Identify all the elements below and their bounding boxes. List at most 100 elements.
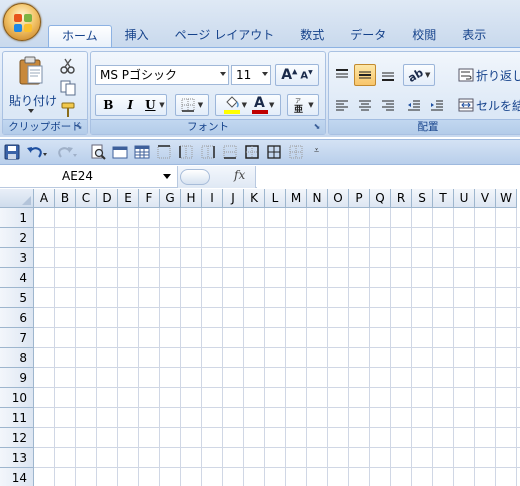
column-header-V[interactable]: V <box>475 189 496 208</box>
formula-input[interactable] <box>257 166 520 188</box>
row-header-8[interactable]: 8 <box>0 348 34 368</box>
italic-button[interactable]: I <box>119 98 141 112</box>
row-header-10[interactable]: 10 <box>0 388 34 408</box>
column-header-G[interactable]: G <box>160 189 181 208</box>
font-color-dropdown-icon[interactable]: ▼ <box>269 101 274 109</box>
row-header-12[interactable]: 12 <box>0 428 34 448</box>
save-button[interactable] <box>4 144 20 160</box>
row-header-5[interactable]: 5 <box>0 288 34 308</box>
column-header-D[interactable]: D <box>97 189 118 208</box>
column-header-W[interactable]: W <box>496 189 517 208</box>
undo-button[interactable] <box>26 144 48 160</box>
row-header-9[interactable]: 9 <box>0 368 34 388</box>
bold-button[interactable]: B <box>97 98 119 112</box>
column-header-F[interactable]: F <box>139 189 160 208</box>
font-size-combo[interactable]: 11 <box>231 65 271 85</box>
tab-2[interactable]: ページ レイアウト <box>162 25 288 47</box>
qat-border-all-button[interactable] <box>266 144 282 160</box>
row-header-1[interactable]: 1 <box>0 208 34 228</box>
shrink-font-button[interactable]: A▼ <box>300 69 312 81</box>
font-color-button[interactable]: A <box>251 95 269 114</box>
tab-3[interactable]: 数式 <box>287 25 337 47</box>
row-header-3[interactable]: 3 <box>0 248 34 268</box>
align-bottom-button[interactable] <box>377 64 399 86</box>
qat-customize-button[interactable]: ⩡ <box>312 144 324 160</box>
qat-table-button[interactable] <box>134 144 150 160</box>
column-header-N[interactable]: N <box>307 189 328 208</box>
align-right-button[interactable] <box>377 94 399 116</box>
column-header-R[interactable]: R <box>391 189 412 208</box>
orientation-button[interactable]: ab ▼ <box>403 64 435 86</box>
formula-bar-splitter[interactable] <box>180 169 210 185</box>
paste-button[interactable]: 貼り付け <box>9 56 57 118</box>
name-box[interactable]: AE24 <box>0 166 178 188</box>
copy-button[interactable] <box>59 79 77 97</box>
align-middle-button[interactable] <box>354 64 376 86</box>
align-left-button[interactable] <box>331 94 353 116</box>
tab-1[interactable]: 挿入 <box>112 25 162 47</box>
format-painter-button[interactable] <box>59 101 77 119</box>
decrease-indent-button[interactable] <box>403 94 425 116</box>
row-header-6[interactable]: 6 <box>0 308 34 328</box>
column-header-K[interactable]: K <box>244 189 265 208</box>
column-header-U[interactable]: U <box>454 189 475 208</box>
phonetic-guide-button[interactable]: ア 亜 ▼ <box>287 94 319 116</box>
column-header-J[interactable]: J <box>223 189 244 208</box>
tab-5[interactable]: 校閲 <box>399 25 449 47</box>
row-header-7[interactable]: 7 <box>0 328 34 348</box>
cell-grid[interactable] <box>34 208 520 486</box>
column-header-C[interactable]: C <box>76 189 97 208</box>
grow-font-button[interactable]: A▲ <box>281 67 297 83</box>
row-header-2[interactable]: 2 <box>0 228 34 248</box>
merge-center-button[interactable]: セルを結 <box>457 94 520 116</box>
wrap-text-button[interactable]: 折り返し <box>457 64 520 86</box>
font-dialog-launcher[interactable]: ⬊ <box>312 122 322 132</box>
column-header-I[interactable]: I <box>202 189 223 208</box>
align-top-button[interactable] <box>331 64 353 86</box>
column-header-Q[interactable]: Q <box>370 189 391 208</box>
wrap-text-icon <box>458 68 474 82</box>
qat-page-button[interactable] <box>112 144 128 160</box>
row-header-11[interactable]: 11 <box>0 408 34 428</box>
print-preview-button[interactable] <box>90 144 106 160</box>
column-header-M[interactable]: M <box>286 189 307 208</box>
insert-function-button[interactable]: fx <box>234 168 245 182</box>
align-center-button[interactable] <box>354 94 376 116</box>
underline-dropdown-icon[interactable]: ▼ <box>159 101 164 109</box>
name-box-dropdown-icon[interactable] <box>163 174 171 179</box>
phonetic-icon: ア 亜 <box>294 98 303 113</box>
qat-border-outside-button[interactable] <box>244 144 260 160</box>
fill-color-button[interactable] <box>222 96 242 114</box>
cut-button[interactable] <box>59 57 77 75</box>
increase-indent-button[interactable] <box>426 94 448 116</box>
qat-border-bottom-button[interactable] <box>222 144 238 160</box>
row-header-4[interactable]: 4 <box>0 268 34 288</box>
tab-6[interactable]: 表示 <box>449 25 499 47</box>
column-header-O[interactable]: O <box>328 189 349 208</box>
column-header-E[interactable]: E <box>118 189 139 208</box>
border-outside-icon <box>245 145 259 159</box>
column-header-L[interactable]: L <box>265 189 286 208</box>
font-name-combo[interactable]: MS Pゴシック <box>95 65 229 85</box>
borders-button[interactable]: ▼ <box>175 94 209 116</box>
qat-border-none-button[interactable] <box>288 144 304 160</box>
column-header-B[interactable]: B <box>55 189 76 208</box>
tab-4[interactable]: データ <box>337 25 399 47</box>
tab-0[interactable]: ホーム <box>48 25 112 48</box>
clipboard-dialog-launcher[interactable]: ⬊ <box>74 122 84 132</box>
column-header-T[interactable]: T <box>433 189 454 208</box>
select-all-button[interactable] <box>0 189 34 208</box>
office-button[interactable] <box>3 3 41 41</box>
row-header-13[interactable]: 13 <box>0 448 34 468</box>
redo-button[interactable] <box>56 144 78 160</box>
qat-border-right-button[interactable] <box>200 144 216 160</box>
qat-border-top-button[interactable] <box>156 144 172 160</box>
row-header-14[interactable]: 14 <box>0 468 34 486</box>
fill-color-dropdown-icon[interactable]: ▼ <box>242 101 247 109</box>
underline-button[interactable]: U <box>141 98 159 112</box>
qat-border-left-button[interactable] <box>178 144 194 160</box>
column-header-A[interactable]: A <box>34 189 55 208</box>
column-header-P[interactable]: P <box>349 189 370 208</box>
column-header-S[interactable]: S <box>412 189 433 208</box>
column-header-H[interactable]: H <box>181 189 202 208</box>
